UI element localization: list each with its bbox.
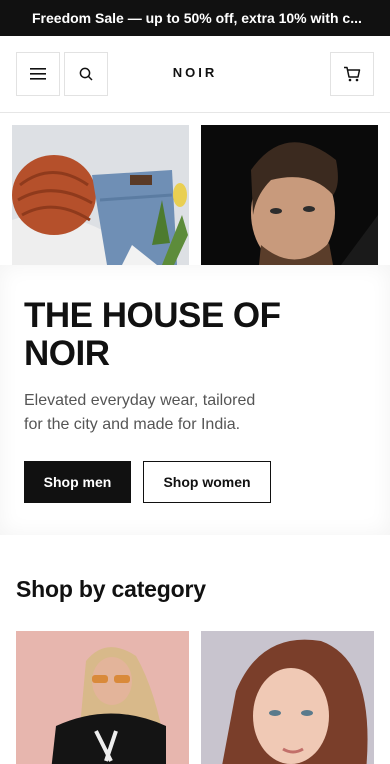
hero-subtitle: Elevated everyday wear, tailored for the… [24, 392, 256, 433]
announcement-text: Freedom Sale — up to 50% off, extra 10% … [32, 10, 362, 26]
category-card-2[interactable] [201, 631, 374, 764]
announcement-bar: Freedom Sale — up to 50% off, extra 10% … [0, 0, 390, 36]
site-header: NOIR [0, 36, 390, 113]
category-card-1[interactable] [16, 631, 189, 764]
hero-image-portrait-man[interactable] [201, 125, 378, 265]
category-section-title: Shop by category [16, 576, 206, 602]
cart-button[interactable] [330, 52, 374, 96]
shop-women-button[interactable]: Shop women [143, 461, 271, 503]
shop-men-button[interactable]: Shop men [24, 461, 131, 503]
hero-title: THE HOUSE OF NOIR [24, 296, 281, 373]
cart-icon [343, 66, 361, 82]
hero-image-flatlay[interactable] [12, 125, 189, 265]
